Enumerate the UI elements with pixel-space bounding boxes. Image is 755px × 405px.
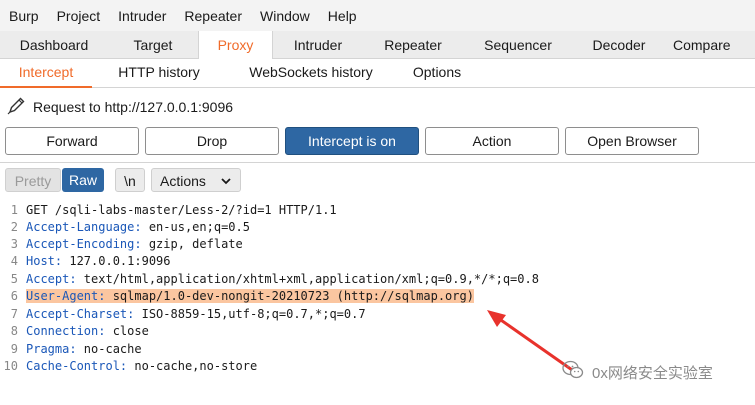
wechat-icon [562, 360, 584, 384]
watermark: 0x网络安全实验室 [562, 360, 713, 384]
annotation-arrow-icon [487, 310, 577, 374]
watermark-text: 0x网络安全实验室 [592, 364, 713, 382]
